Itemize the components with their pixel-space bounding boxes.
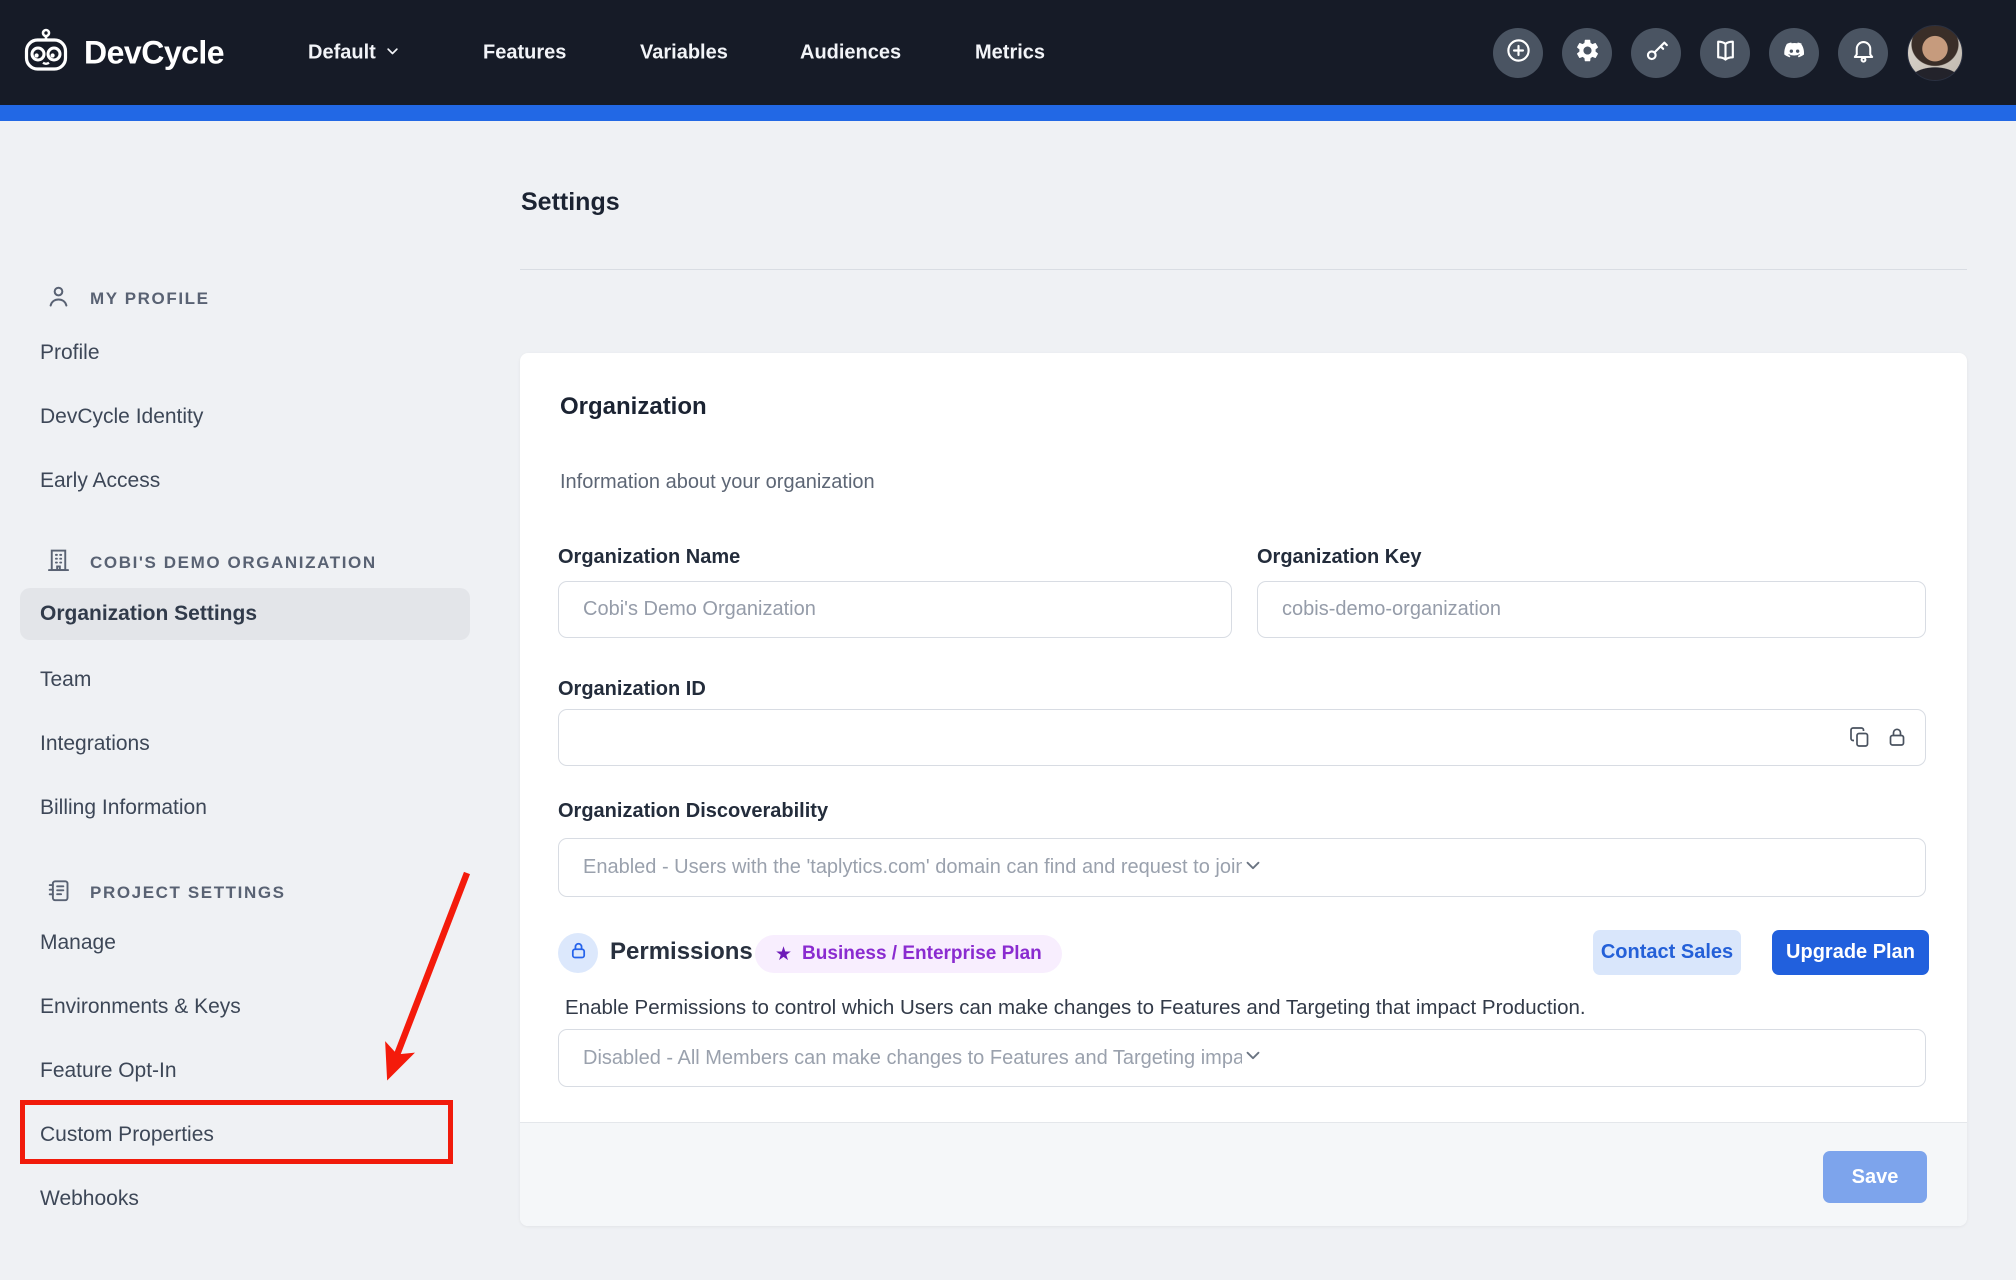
api-keys-button[interactable] bbox=[1631, 28, 1681, 78]
settings-sidebar: MY PROFILE Profile DevCycle Identity Ear… bbox=[0, 121, 505, 1280]
org-id-input[interactable] bbox=[558, 709, 1926, 766]
sidebar-item-early-access[interactable]: Early Access bbox=[40, 469, 160, 493]
user-icon bbox=[45, 283, 72, 315]
sidebar-item-custom-properties[interactable]: Custom Properties bbox=[40, 1123, 214, 1147]
create-new-button[interactable] bbox=[1493, 28, 1543, 78]
organization-card-subtitle: Information about your organization bbox=[560, 471, 875, 494]
chevron-down-icon bbox=[1242, 1044, 1901, 1072]
permissions-select[interactable]: Disabled - All Members can make changes … bbox=[558, 1029, 1926, 1087]
save-button[interactable]: Save bbox=[1823, 1151, 1927, 1203]
org-key-input[interactable] bbox=[1257, 581, 1926, 638]
sidebar-item-devcycle-identity[interactable]: DevCycle Identity bbox=[40, 405, 203, 429]
discord-icon bbox=[1781, 37, 1808, 69]
sidebar-item-team[interactable]: Team bbox=[40, 668, 91, 692]
plus-circle-icon bbox=[1505, 37, 1532, 69]
gear-icon bbox=[1574, 37, 1601, 69]
nav-link-metrics[interactable]: Metrics bbox=[975, 41, 1045, 64]
lock-icon bbox=[568, 940, 589, 966]
sidebar-section-project-settings: PROJECT SETTINGS bbox=[45, 877, 286, 909]
top-nav: DevCycle Default Features Variables Audi… bbox=[0, 0, 2016, 105]
devcycle-logo[interactable]: DevCycle bbox=[22, 27, 224, 78]
notebook-icon bbox=[45, 877, 72, 909]
title-divider bbox=[520, 269, 1967, 270]
organization-card: Organization Information about your orga… bbox=[520, 353, 1967, 1226]
permissions-lock-badge bbox=[558, 933, 598, 973]
lock-icon[interactable] bbox=[1885, 725, 1909, 754]
sidebar-item-manage[interactable]: Manage bbox=[40, 931, 116, 955]
sidebar-item-environments-keys[interactable]: Environments & Keys bbox=[40, 995, 241, 1019]
sidebar-item-feature-opt-in[interactable]: Feature Opt-In bbox=[40, 1059, 177, 1083]
permissions-title: Permissions bbox=[610, 938, 753, 966]
nav-link-variables[interactable]: Variables bbox=[640, 41, 728, 64]
discoverability-label: Organization Discoverability bbox=[558, 800, 828, 823]
sidebar-section-label: PROJECT SETTINGS bbox=[90, 883, 286, 903]
sidebar-item-organization-settings[interactable]: Organization Settings bbox=[20, 588, 470, 640]
upgrade-plan-button[interactable]: Upgrade Plan bbox=[1772, 930, 1929, 975]
key-icon bbox=[1643, 37, 1670, 69]
org-key-label: Organization Key bbox=[1257, 546, 1421, 569]
accent-bar bbox=[0, 105, 2016, 121]
org-name-label: Organization Name bbox=[558, 546, 740, 569]
brand-name: DevCycle bbox=[84, 34, 224, 71]
nav-icon-group bbox=[1493, 25, 1963, 81]
nav-link-features[interactable]: Features bbox=[483, 41, 566, 64]
bell-icon bbox=[1850, 37, 1877, 69]
discoverability-select[interactable]: Enabled - Users with the 'taplytics.com'… bbox=[558, 838, 1926, 897]
sidebar-item-integrations[interactable]: Integrations bbox=[40, 732, 150, 756]
project-selector[interactable]: Default bbox=[308, 41, 400, 64]
plan-badge-label: Business / Enterprise Plan bbox=[802, 943, 1042, 965]
discord-button[interactable] bbox=[1769, 28, 1819, 78]
page-title: Settings bbox=[521, 188, 620, 217]
docs-button[interactable] bbox=[1700, 28, 1750, 78]
card-footer bbox=[520, 1122, 1967, 1226]
building-icon bbox=[45, 547, 72, 579]
sidebar-section-my-profile: MY PROFILE bbox=[45, 283, 210, 315]
org-name-input[interactable] bbox=[558, 581, 1232, 638]
sidebar-section-organization: COBI'S DEMO ORGANIZATION bbox=[45, 547, 377, 579]
sidebar-section-label: MY PROFILE bbox=[90, 289, 210, 309]
sidebar-item-webhooks[interactable]: Webhooks bbox=[40, 1187, 139, 1211]
star-icon: ★ bbox=[775, 943, 792, 966]
notifications-button[interactable] bbox=[1838, 28, 1888, 78]
chevron-down-icon bbox=[1242, 854, 1901, 882]
book-icon bbox=[1712, 37, 1739, 69]
copy-icon[interactable] bbox=[1848, 725, 1872, 754]
sidebar-item-profile[interactable]: Profile bbox=[40, 341, 100, 365]
org-id-field-icons bbox=[1848, 725, 1909, 754]
org-id-label: Organization ID bbox=[558, 678, 706, 701]
devcycle-robot-icon bbox=[22, 27, 70, 78]
permissions-description: Enable Permissions to control which User… bbox=[565, 996, 1586, 1020]
organization-card-title: Organization bbox=[560, 393, 707, 421]
user-avatar[interactable] bbox=[1907, 25, 1963, 81]
settings-button[interactable] bbox=[1562, 28, 1612, 78]
sidebar-item-billing-information[interactable]: Billing Information bbox=[40, 796, 207, 820]
plan-badge[interactable]: ★ Business / Enterprise Plan bbox=[755, 935, 1062, 973]
contact-sales-button[interactable]: Contact Sales bbox=[1593, 930, 1741, 975]
chevron-down-icon bbox=[385, 41, 400, 64]
nav-link-audiences[interactable]: Audiences bbox=[800, 41, 901, 64]
sidebar-section-label: COBI'S DEMO ORGANIZATION bbox=[90, 553, 377, 573]
